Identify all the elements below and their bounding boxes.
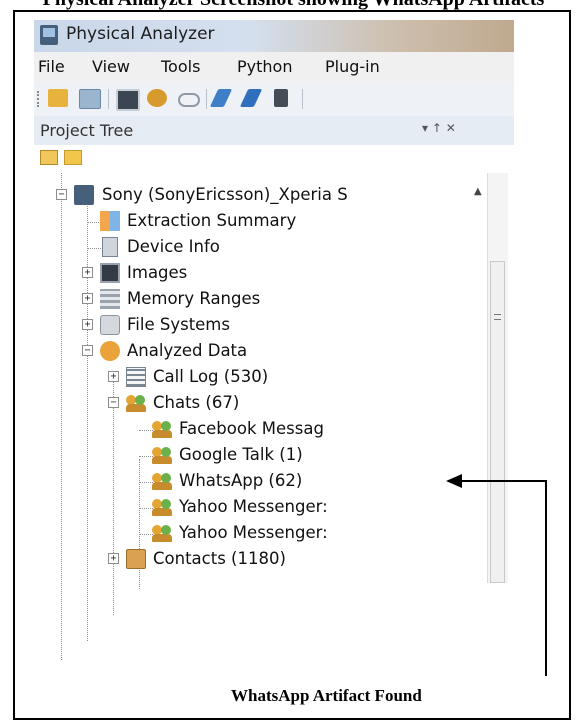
- pen-icon[interactable]: [239, 89, 263, 107]
- collapse-icon[interactable]: −: [82, 345, 93, 356]
- window-title: Physical Analyzer: [66, 24, 215, 44]
- app-icon: [40, 25, 58, 45]
- app-window: Physical Analyzer File View Tools Python…: [34, 20, 514, 660]
- toolbar-separator: [302, 89, 303, 109]
- tree-item-yahoo-messenger[interactable]: Yahoo Messenger:: [34, 521, 484, 547]
- memory-icon: [100, 289, 120, 309]
- arrow-head-icon: [446, 474, 462, 488]
- scrollbar-thumb[interactable]: [490, 261, 505, 583]
- package-icon[interactable]: [147, 89, 167, 107]
- menu-plugin[interactable]: Plug-in: [325, 57, 380, 76]
- expand-icon[interactable]: +: [108, 371, 119, 382]
- tree-item-chats[interactable]: − Chats (67): [34, 391, 484, 417]
- panel-controls[interactable]: ▾ ↑ ✕: [422, 121, 456, 135]
- chain-link-icon[interactable]: [178, 93, 200, 107]
- tree-item-google-talk[interactable]: Google Talk (1): [34, 443, 484, 469]
- tree-item-images[interactable]: + Images: [34, 261, 484, 287]
- toolbar-separator: [108, 89, 109, 109]
- folder-icon[interactable]: [64, 150, 82, 165]
- panel-title: Project Tree: [40, 121, 134, 140]
- terminal-icon[interactable]: [116, 89, 140, 111]
- tree-item-call-log[interactable]: + Call Log (530): [34, 365, 484, 391]
- chats-icon: [152, 523, 172, 543]
- attach-icon[interactable]: [209, 89, 233, 107]
- chats-icon: [152, 497, 172, 517]
- toolbar-grip[interactable]: [37, 91, 41, 107]
- tree-view-icon[interactable]: [40, 150, 58, 165]
- contacts-icon: [126, 549, 146, 569]
- annotation-arrow-horizontal: [458, 480, 546, 482]
- tree-item-whatsapp[interactable]: WhatsApp (62): [34, 469, 484, 495]
- menu-python[interactable]: Python: [237, 57, 292, 76]
- summary-icon: [100, 211, 120, 231]
- collapse-icon[interactable]: −: [108, 397, 119, 408]
- menu-tools[interactable]: Tools: [161, 57, 200, 76]
- image-icon: [100, 263, 120, 283]
- expand-icon[interactable]: +: [108, 553, 119, 564]
- menu-file[interactable]: File: [38, 57, 65, 76]
- toolbar-separator: [206, 89, 207, 109]
- vertical-scrollbar[interactable]: [487, 173, 508, 583]
- device-icon[interactable]: [274, 89, 288, 107]
- open-image-icon[interactable]: [79, 89, 101, 109]
- tree-item-facebook-messenger[interactable]: Facebook Messag: [34, 417, 484, 443]
- panel-header: Project Tree ▾ ↑ ✕: [34, 116, 514, 145]
- info-icon: [102, 237, 118, 257]
- annotation-arrow-vertical: [545, 480, 547, 676]
- chats-icon: [152, 471, 172, 491]
- chats-icon: [152, 445, 172, 465]
- toolbar: [34, 82, 514, 116]
- chats-icon: [152, 419, 172, 439]
- open-folder-icon[interactable]: [48, 89, 68, 107]
- expand-icon[interactable]: +: [82, 319, 93, 330]
- tree-item-device-info[interactable]: Device Info: [34, 235, 484, 261]
- tree-root-label: Sony (SonyEricsson)_Xperia S: [102, 185, 348, 204]
- project-tree: − Sony (SonyEricsson)_Xperia S ▲ Extract…: [34, 173, 514, 660]
- disk-icon: [100, 315, 120, 335]
- call-log-icon: [126, 367, 146, 387]
- tree-item-yahoo-messenger[interactable]: Yahoo Messenger:: [34, 495, 484, 521]
- expand-icon[interactable]: +: [82, 293, 93, 304]
- collapse-icon[interactable]: −: [56, 189, 67, 200]
- tree-item-memory-ranges[interactable]: + Memory Ranges: [34, 287, 484, 313]
- chats-icon: [126, 393, 146, 413]
- tree-item-analyzed-data[interactable]: − Analyzed Data: [34, 339, 484, 365]
- expand-icon[interactable]: +: [82, 267, 93, 278]
- menu-bar: File View Tools Python Plug-in: [34, 52, 514, 82]
- menu-view[interactable]: View: [92, 57, 130, 76]
- tree-root[interactable]: − Sony (SonyEricsson)_Xperia S ▲: [34, 183, 484, 209]
- analyzed-data-icon: [100, 341, 120, 361]
- panel-toolbar: [34, 145, 514, 173]
- annotation-label: WhatsApp Artifact Found: [231, 686, 422, 705]
- tree-item-file-systems[interactable]: + File Systems: [34, 313, 484, 339]
- tree-item-contacts[interactable]: + Contacts (1180): [34, 547, 484, 573]
- title-bar[interactable]: Physical Analyzer: [34, 20, 514, 52]
- device-icon: [74, 185, 94, 205]
- scroll-up-icon[interactable]: ▲: [474, 186, 482, 197]
- tree-item-extraction-summary[interactable]: Extraction Summary: [34, 209, 484, 235]
